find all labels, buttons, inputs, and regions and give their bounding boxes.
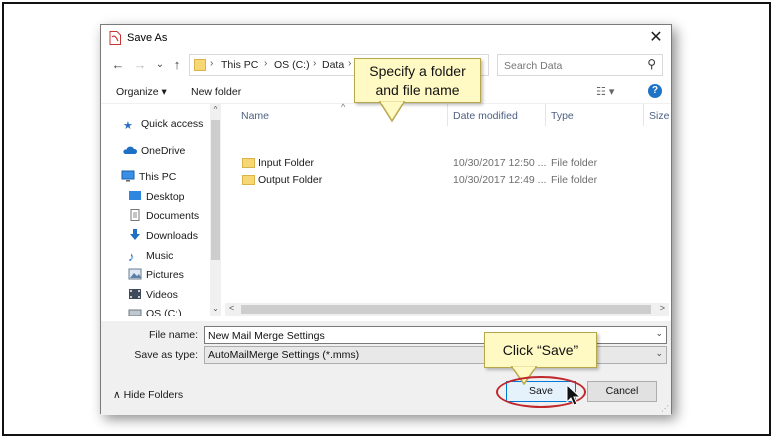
file-name-field[interactable]: ⌄	[204, 326, 667, 344]
new-folder-button[interactable]: New folder	[191, 86, 241, 98]
view-options-icon[interactable]: ☷ ▾	[596, 85, 614, 98]
table-row[interactable]: Input Folder 10/30/2017 12:50 ... File f…	[225, 155, 669, 172]
dialog-title: Save As	[127, 32, 168, 44]
scroll-left-icon[interactable]: <	[229, 303, 234, 313]
chevron-down-icon[interactable]: ⌄	[655, 348, 663, 359]
resize-grip-icon[interactable]: ⋰	[661, 404, 669, 413]
nav-scroll-thumb[interactable]	[211, 120, 220, 260]
folder-icon	[194, 59, 206, 71]
recent-locations-icon[interactable]: ⌄	[152, 57, 168, 73]
horizontal-scroll-thumb[interactable]	[241, 305, 651, 314]
video-icon	[129, 289, 141, 299]
column-header-name[interactable]: Name	[241, 110, 269, 122]
scroll-up-icon[interactable]: ^	[211, 105, 220, 114]
file-name: Output Folder	[258, 174, 323, 186]
file-name: Input Folder	[258, 157, 315, 169]
file-date: 10/30/2017 12:50 ...	[453, 157, 547, 169]
sidebar-item-videos[interactable]: Videos	[128, 288, 178, 306]
mouse-pointer-icon	[566, 384, 582, 406]
sidebar-item-this-pc[interactable]: This PC	[121, 170, 176, 188]
column-header-size[interactable]: Size	[649, 110, 669, 122]
file-type: File folder	[551, 157, 598, 169]
column-divider[interactable]	[643, 104, 644, 126]
sort-ascending-icon: ^	[341, 102, 346, 112]
save-as-type-select[interactable]: AutoMailMerge Settings (*.mms) ⌄	[204, 346, 667, 364]
sidebar-item-music[interactable]: ♪ Music	[128, 249, 173, 267]
breadcrumb-this-pc[interactable]: This PC	[221, 59, 258, 71]
sidebar-item-quick-access[interactable]: ★ Quick access	[123, 118, 203, 136]
callout-line: and file name	[375, 82, 460, 98]
table-row[interactable]: Output Folder 10/30/2017 12:49 ... File …	[225, 172, 669, 189]
forward-arrow-icon[interactable]: →	[132, 57, 148, 73]
callout-pointer	[378, 101, 406, 123]
breadcrumb-data[interactable]: Data	[322, 59, 344, 71]
sidebar-item-downloads[interactable]: Downloads	[128, 229, 198, 247]
sidebar-item-onedrive[interactable]: OneDrive	[123, 144, 185, 162]
search-box[interactable]: ⚲	[497, 54, 663, 76]
column-divider[interactable]	[545, 104, 546, 126]
callout-line: Specify a folder	[369, 63, 466, 79]
sidebar-item-pictures[interactable]: Pictures	[128, 268, 184, 286]
documents-icon	[130, 209, 140, 221]
computer-icon	[121, 170, 135, 182]
breadcrumb-os-c[interactable]: OS (C:)	[274, 59, 310, 71]
file-list: ^ Name Date modified Type Size Input Fol…	[225, 102, 669, 316]
search-input[interactable]	[504, 58, 634, 73]
save-as-type-label: Save as type:	[134, 349, 198, 361]
column-header-type[interactable]: Type	[551, 110, 574, 122]
column-header-date-modified[interactable]: Date modified	[453, 110, 518, 122]
scroll-right-icon[interactable]: >	[660, 303, 665, 313]
chevron-down-icon[interactable]: ⌄	[655, 328, 663, 339]
chevron-right-icon: ›	[210, 58, 214, 69]
desktop-icon	[129, 191, 141, 200]
chevron-right-icon: ›	[313, 58, 317, 69]
music-note-icon: ♪	[128, 249, 135, 264]
organize-button[interactable]: Organize ▾	[116, 86, 167, 98]
folder-icon	[242, 175, 255, 185]
hide-folders-button[interactable]: ∧ Hide Folders	[113, 389, 183, 401]
chevron-right-icon: ›	[264, 58, 268, 69]
cancel-button[interactable]: Cancel	[587, 381, 657, 402]
download-arrow-icon	[130, 229, 140, 240]
file-type: File folder	[551, 174, 598, 186]
up-arrow-icon[interactable]: ↑	[169, 57, 185, 73]
column-divider[interactable]	[447, 104, 448, 126]
save-as-type-value: AutoMailMerge Settings (*.mms)	[208, 349, 360, 361]
star-icon: ★	[123, 120, 133, 132]
help-icon[interactable]: ?	[648, 84, 662, 98]
nav-pane-scrollbar[interactable]: ^ ⌄	[210, 104, 221, 316]
horizontal-scrollbar[interactable]: < >	[225, 303, 669, 316]
document-icon	[109, 31, 121, 45]
sidebar-item-os-c[interactable]: OS (C:)	[128, 307, 182, 316]
search-icon: ⚲	[647, 57, 656, 71]
pictures-icon	[128, 268, 142, 280]
back-arrow-icon[interactable]: ←	[110, 57, 126, 73]
callout-click-save: Click “Save”	[484, 332, 597, 368]
file-date: 10/30/2017 12:49 ...	[453, 174, 547, 186]
sidebar-item-documents[interactable]: Documents	[128, 209, 199, 227]
title-bar: Save As ✕	[101, 25, 671, 52]
sidebar-item-desktop[interactable]: Desktop	[128, 190, 185, 208]
file-name-label: File name:	[148, 329, 198, 341]
callout-specify-folder: Specify a folder and file name	[354, 58, 481, 103]
folder-icon	[242, 158, 255, 168]
drive-icon	[128, 309, 142, 316]
close-button[interactable]: ✕	[647, 28, 665, 48]
cloud-icon	[123, 146, 137, 154]
scroll-down-icon[interactable]: ⌄	[210, 304, 221, 313]
chevron-right-icon: ›	[348, 58, 352, 69]
navigation-pane: ★ Quick access OneDrive This PC Desktop D…	[101, 104, 221, 316]
